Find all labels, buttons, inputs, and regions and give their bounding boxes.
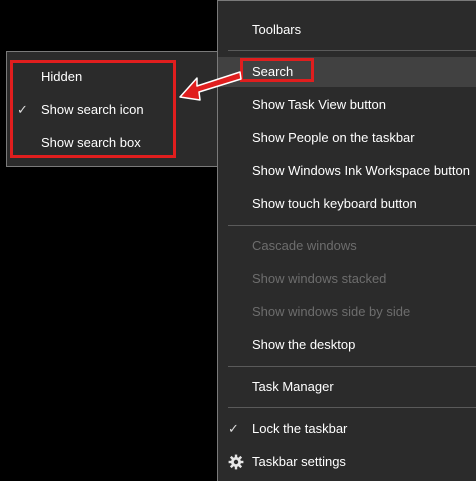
checkmark-icon: ✓ [17,102,28,117]
menu-item-show-touch-keyboard[interactable]: Show touch keyboard button [218,189,476,219]
submenu-item-show-search-box[interactable]: Show search box [7,128,217,158]
menu-item-taskbar-settings[interactable]: Taskbar settings [218,447,476,477]
checkmark-icon: ✓ [228,421,239,436]
menu-item-lock-taskbar[interactable]: ✓ Lock the taskbar [218,414,476,444]
menu-item-cascade-windows: Cascade windows [252,238,357,253]
menu-item-windows-side-by-side: Show windows side by side [252,304,411,319]
menu-separator [228,366,476,367]
menu-item-label: Taskbar settings [252,454,346,469]
menu-separator [228,225,476,226]
menu-item-show-desktop[interactable]: Show the desktop [218,330,476,360]
menu-item-show-task-view[interactable]: Show Task View button [218,90,476,120]
menu-separator [228,50,476,51]
submenu-item-show-search-icon[interactable]: ✓ Show search icon [7,95,217,125]
menu-item-windows-stacked: Show windows stacked [252,271,387,286]
search-submenu: Hidden ✓ Show search icon Show search bo… [6,51,218,167]
menu-item-label: Lock the taskbar [252,421,348,436]
submenu-item-hidden[interactable]: Hidden [7,62,217,92]
menu-item-toolbars[interactable]: Toolbars [218,15,476,45]
menu-item-search[interactable]: Search [218,57,476,87]
menu-item-task-manager[interactable]: Task Manager [218,372,476,402]
menu-separator [228,407,476,408]
menu-item-show-people[interactable]: Show People on the taskbar [218,123,476,153]
menu-item-label: Show search icon [41,102,144,117]
gear-icon [228,454,244,470]
taskbar-context-menu: Toolbars Search Show Task View button Sh… [217,0,476,481]
menu-item-show-ink-workspace[interactable]: Show Windows Ink Workspace button [218,156,476,186]
